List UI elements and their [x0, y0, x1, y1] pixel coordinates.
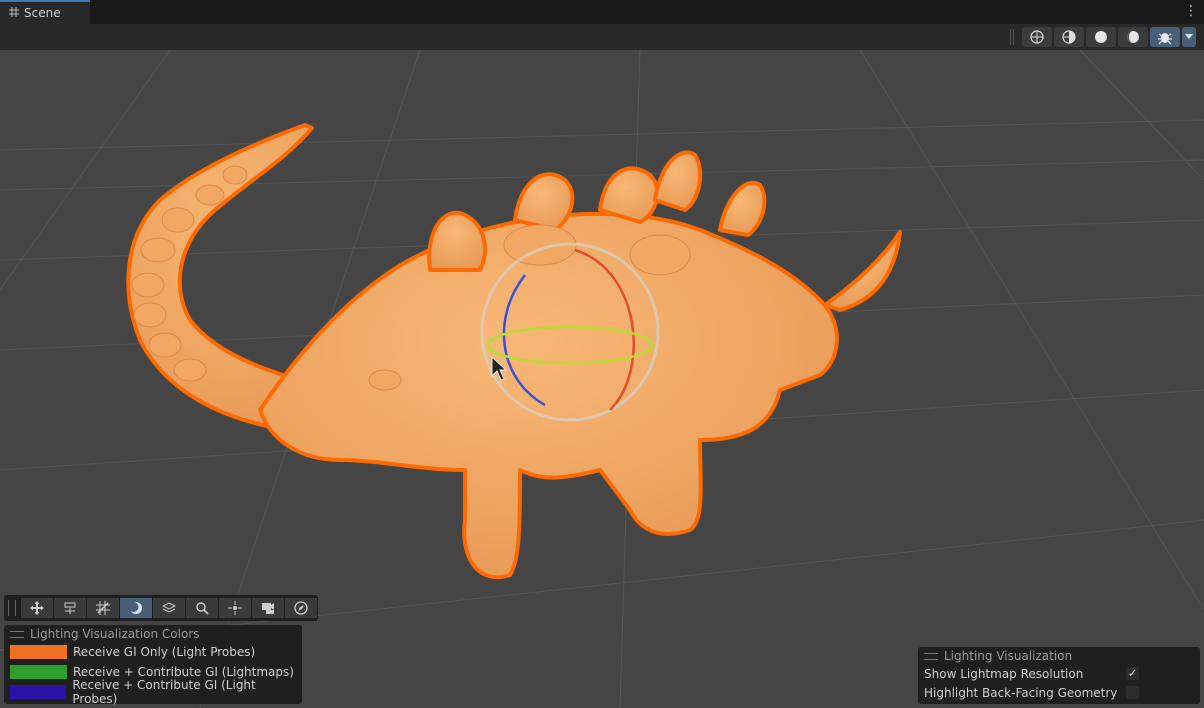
half-lit-sphere-icon — [1127, 31, 1139, 43]
chevron-down-icon — [1185, 34, 1193, 39]
grid-snap-icon — [96, 601, 110, 615]
show-lightmap-resolution-row: Show Lightmap Resolution ✓ — [918, 664, 1200, 683]
legend-item-label: Receive + Contribute GI (Lightmaps) — [73, 665, 294, 679]
search-tool-button[interactable] — [186, 598, 218, 618]
legend-title: Lighting Visualization Colors — [30, 627, 200, 641]
tab-scene[interactable]: Scene — [0, 0, 90, 24]
grid-snapping-button[interactable] — [87, 598, 119, 618]
legend-item-label: Receive + Contribute GI (Light Probes) — [72, 678, 256, 706]
shaded-wireframe-button[interactable] — [1054, 27, 1084, 47]
overlay-tools-toolbar — [4, 595, 318, 621]
legend-item: Receive GI Only (Light Probes) — [4, 642, 302, 662]
sliders-icon — [64, 602, 76, 614]
scene-view-toolbar — [1010, 26, 1196, 48]
toolbar-grip-handle[interactable] — [8, 600, 16, 616]
show-lightmap-resolution-checkbox[interactable]: ✓ — [1126, 667, 1139, 680]
color-swatch — [10, 685, 67, 699]
panel-title: Lighting Visualization — [944, 649, 1073, 663]
move-arrows-icon — [30, 601, 44, 615]
panel-grip-handle[interactable] — [10, 630, 24, 638]
panel-grip-handle[interactable] — [924, 652, 938, 660]
panel-header: Lighting Visualization — [918, 648, 1200, 664]
wireframe-shading-button[interactable] — [1022, 27, 1052, 47]
legend-item: Receive + Contribute GI (Light Probes) — [4, 678, 302, 706]
legend-item-label: Receive GI Only (Light Probes) — [73, 645, 256, 659]
moon-sphere-icon — [129, 602, 142, 614]
camera-eye-icon — [262, 603, 274, 614]
move-tool-button[interactable] — [21, 598, 53, 618]
wireframe-sphere-icon — [1030, 30, 1044, 44]
lighting-mode-button[interactable] — [1118, 27, 1148, 47]
legend-header: Lighting Visualization Colors — [4, 626, 302, 642]
highlight-back-facing-checkbox[interactable] — [1126, 686, 1139, 699]
lighting-visualization-button[interactable] — [120, 598, 152, 618]
lighting-visualization-panel: Lighting Visualization Show Lightmap Res… — [918, 647, 1200, 704]
tab-label: Scene — [24, 6, 61, 20]
highlight-back-facing-row: Highlight Back-Facing Geometry — [918, 683, 1200, 702]
option-label: Highlight Back-Facing Geometry — [924, 685, 1118, 700]
shaded-wireframe-sphere-icon — [1062, 30, 1076, 44]
navigation-tool-button[interactable] — [285, 598, 317, 618]
tab-bar: Scene ⋮ — [0, 0, 1204, 24]
toolbar-separator — [1010, 29, 1014, 45]
color-swatch — [10, 645, 67, 659]
search-icon — [196, 602, 209, 615]
rect-tool-button[interactable] — [54, 598, 86, 618]
lighting-colors-legend: Lighting Visualization Colors Receive GI… — [4, 625, 302, 706]
debug-draw-mode-dropdown[interactable] — [1182, 27, 1196, 47]
option-label: Show Lightmap Resolution — [924, 666, 1084, 681]
compass-icon — [294, 601, 308, 615]
solid-sphere-icon — [1095, 31, 1107, 43]
pivot-tool-button[interactable] — [219, 598, 251, 618]
layers-icon — [162, 602, 176, 613]
debug-draw-mode-button[interactable] — [1150, 27, 1180, 47]
grid-icon — [4, 6, 24, 20]
color-swatch — [10, 665, 67, 679]
orientation-tool-button[interactable] — [153, 598, 185, 618]
shaded-button[interactable] — [1086, 27, 1116, 47]
stegosaurus-model — [126, 123, 902, 580]
bug-icon — [1158, 33, 1172, 45]
more-options-icon[interactable]: ⋮ — [1184, 4, 1198, 18]
camera-tool-button[interactable] — [252, 598, 284, 618]
pivot-icon — [228, 601, 242, 615]
